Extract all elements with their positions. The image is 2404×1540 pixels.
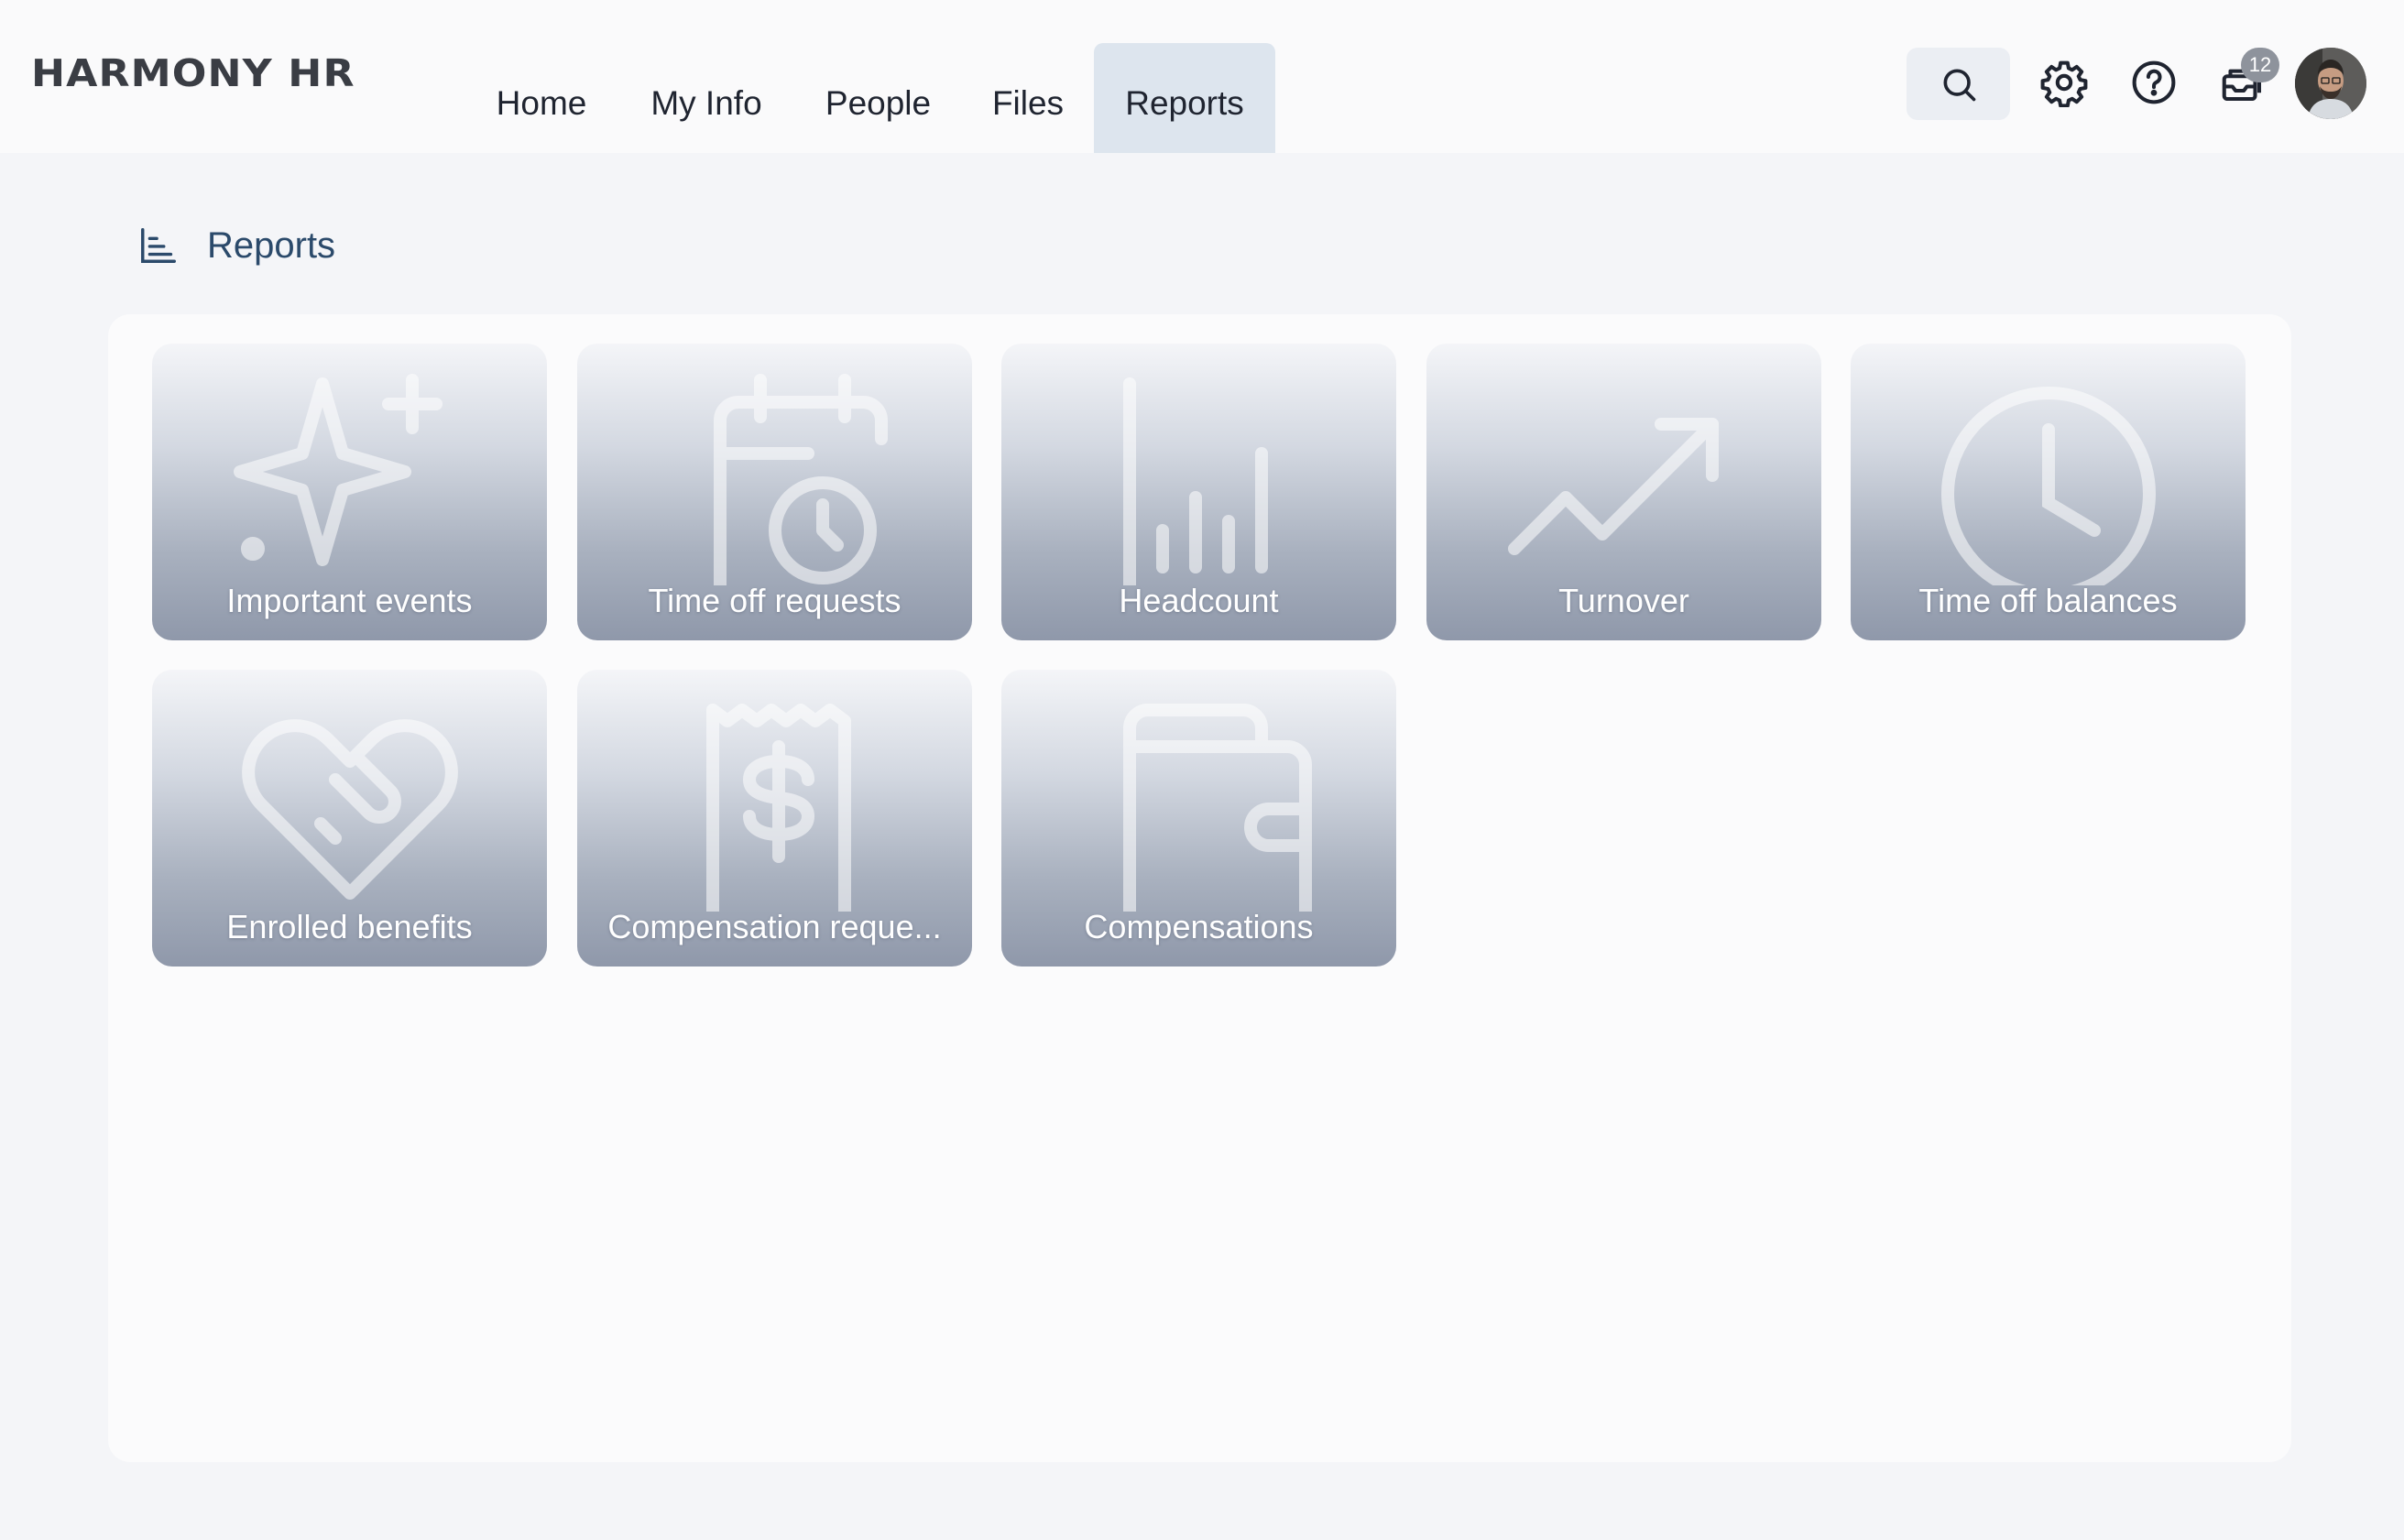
report-tile-turnover[interactable]: Turnover (1426, 344, 1821, 640)
report-label: Compensation reque... (607, 908, 942, 945)
report-tile-headcount[interactable]: Headcount (1001, 344, 1396, 640)
gear-icon (2040, 60, 2088, 107)
report-tile-compensations[interactable]: Compensations (1001, 670, 1396, 967)
report-tile-important-events[interactable]: Important events (152, 344, 547, 640)
bar-chart-icon (1122, 377, 1268, 585)
user-photo-icon (2295, 48, 2366, 119)
report-label: Important events (226, 582, 473, 619)
wallet-icon (1122, 704, 1312, 912)
nav-my-info[interactable]: My Info (628, 43, 784, 153)
report-label: Enrolled benefits (226, 908, 473, 945)
app-logo[interactable]: HARMONY HR (31, 51, 355, 95)
report-label: Time off requests (648, 582, 902, 619)
help-icon (2132, 60, 2176, 104)
nav-home[interactable]: Home (476, 43, 606, 153)
notification-badge: 12 (2241, 48, 2279, 82)
avatar[interactable] (2295, 48, 2366, 119)
sparkle-icon (233, 374, 443, 566)
nav-files[interactable]: Files (973, 43, 1083, 153)
search-button[interactable] (1907, 48, 2010, 120)
report-label: Time off balances (1918, 582, 2178, 619)
settings-button[interactable] (2037, 55, 2092, 110)
top-bar: HARMONY HR Home My Info People Files Rep… (0, 0, 2404, 153)
report-label: Turnover (1558, 582, 1689, 619)
reports-panel: Important events Time off requests Headc… (108, 314, 2291, 1462)
bar-chart-icon (141, 228, 176, 263)
page-heading: Reports (137, 224, 335, 267)
report-tile-compensation-requests[interactable]: Compensation reque... (577, 670, 972, 967)
report-tile-time-off-balances[interactable]: Time off balances (1851, 344, 2246, 640)
report-tile-time-off-requests[interactable]: Time off requests (577, 344, 972, 640)
report-tile-enrolled-benefits[interactable]: Enrolled benefits (152, 670, 547, 967)
nav-people[interactable]: People (806, 43, 950, 153)
help-button[interactable] (2126, 55, 2181, 110)
clock-icon (1940, 387, 2156, 585)
receipt-dollar-icon (705, 704, 851, 912)
calendar-clock-icon (713, 374, 888, 585)
heart-handshake-icon (241, 719, 458, 900)
trend-up-icon (1507, 418, 1719, 555)
page-title: Reports (207, 224, 336, 266)
nav-reports[interactable]: Reports (1094, 43, 1275, 153)
report-label: Compensations (1084, 908, 1314, 945)
search-icon (1943, 68, 1975, 101)
report-label: Headcount (1119, 582, 1279, 619)
